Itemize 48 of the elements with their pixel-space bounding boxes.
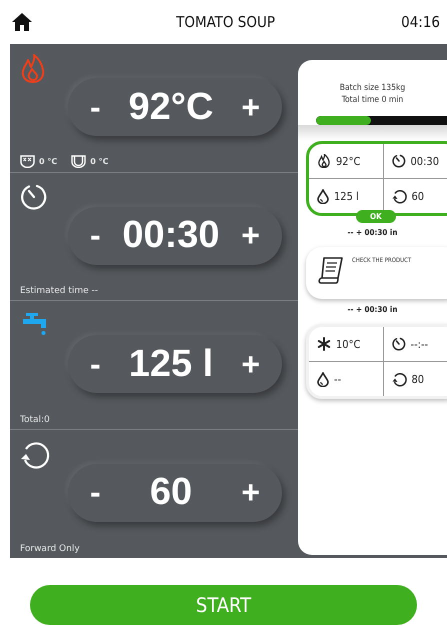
setpoint-value: 00:30 bbox=[122, 214, 220, 257]
decrease-button[interactable]: - bbox=[86, 88, 105, 126]
timer-icon bbox=[392, 337, 406, 351]
rotate-icon bbox=[20, 440, 50, 470]
step-parameter: 60 bbox=[412, 190, 424, 202]
step-parameter: -- bbox=[334, 372, 342, 386]
batch-size: Batch size 135kg bbox=[338, 82, 406, 94]
status-badge: OK bbox=[356, 210, 396, 223]
drop-icon bbox=[317, 372, 329, 386]
step-parameter: 80 bbox=[412, 372, 424, 386]
home-icon[interactable] bbox=[12, 13, 32, 31]
setpoint-value: 125 l bbox=[128, 342, 214, 386]
step-timing: -- + 00:30 in bbox=[346, 227, 399, 239]
drop-icon bbox=[317, 188, 329, 204]
rotate-icon bbox=[392, 372, 406, 386]
timer-icon bbox=[20, 182, 48, 210]
timer-icon bbox=[392, 154, 406, 168]
snowflake-icon bbox=[317, 337, 331, 351]
sensor-reading: 0 °C bbox=[90, 156, 108, 166]
tank-icon bbox=[71, 154, 86, 168]
step-timing: -- + 00:30 in bbox=[346, 304, 399, 316]
increase-button[interactable]: + bbox=[237, 88, 264, 126]
step-parameter: 125 l bbox=[334, 190, 359, 202]
step-parameter: 10°C bbox=[336, 338, 360, 350]
control-note: Total:0 bbox=[20, 414, 50, 424]
flame-icon bbox=[20, 54, 46, 84]
step-card[interactable]: 10°C --:-- -- 80 bbox=[306, 324, 447, 399]
total-time: Total time 0 min bbox=[340, 94, 404, 106]
decrease-button[interactable]: - bbox=[86, 217, 105, 254]
sensor-reading: 0 °C bbox=[39, 156, 58, 166]
increase-button[interactable]: + bbox=[237, 217, 264, 254]
screen-title: TOMATO SOUP bbox=[175, 13, 276, 31]
decrease-button[interactable]: - bbox=[86, 346, 105, 382]
setpoint-value: 60 bbox=[150, 471, 192, 514]
jacket-icon bbox=[20, 154, 35, 168]
control-note: Estimated time -- bbox=[20, 286, 98, 296]
increase-button[interactable]: + bbox=[237, 346, 264, 382]
scroll-icon bbox=[316, 255, 346, 285]
control-note: Forward Only bbox=[20, 544, 80, 554]
flame-icon bbox=[317, 154, 331, 168]
step-parameter: 92°C bbox=[336, 154, 360, 168]
step-parameter: --:-- bbox=[410, 338, 428, 350]
step-parameter: 00:30 bbox=[410, 154, 440, 168]
decrease-button[interactable]: - bbox=[86, 474, 105, 511]
setpoint-value: 92°C bbox=[128, 86, 214, 128]
rotate-icon bbox=[392, 188, 406, 204]
increase-button[interactable]: + bbox=[237, 474, 264, 511]
clock-time: 04:16 bbox=[401, 13, 440, 31]
